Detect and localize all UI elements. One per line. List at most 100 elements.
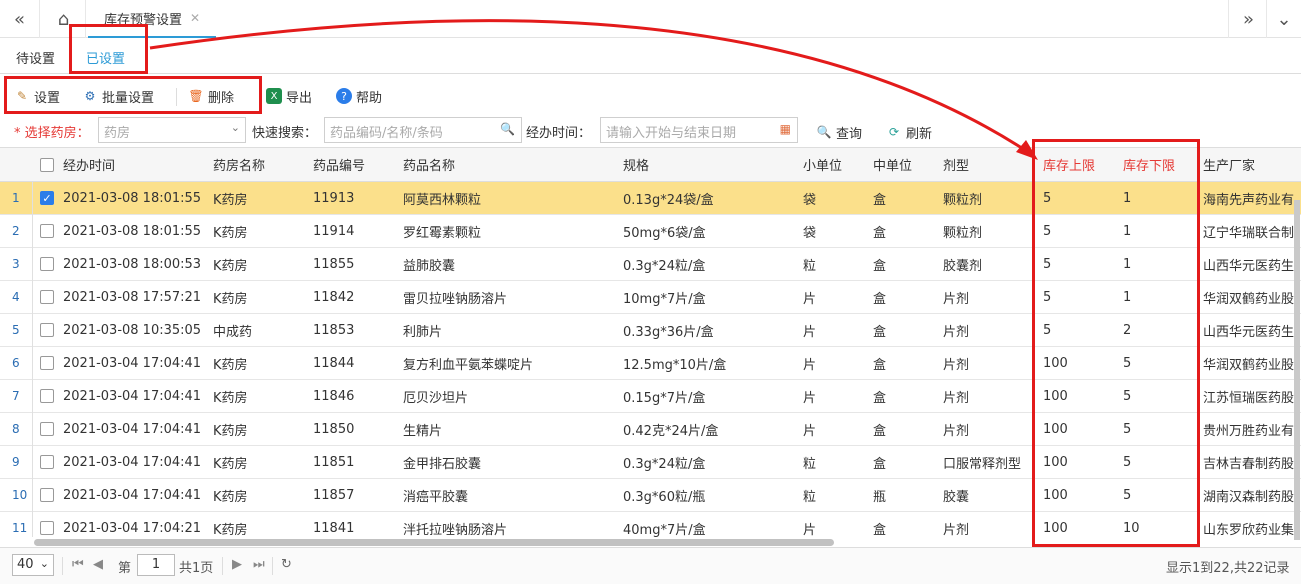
set-button[interactable]: ✎ 设置 [14,86,60,106]
table-row[interactable]: 6 2021-03-04 17:04:41 K药房 11844 复方利血平氨苯蝶啶片 12… [0,347,1301,380]
cell-maker: 吉林吉春制药股 [1203,456,1295,472]
calendar-icon[interactable]: ▦ [780,122,791,136]
last-page-icon[interactable]: ⏭ [253,557,265,572]
table-row[interactable]: 9 2021-03-04 17:04:41 K药房 11851 金甲排石胶囊 0.3g*2… [0,446,1301,479]
cell-small: 片 [803,522,817,538]
row-checkbox[interactable] [34,446,58,478]
table-row[interactable]: 1 ✓ 2021-03-08 18:01:55 K药房 11913 阿莫西林颗粒 0.13g… [0,182,1301,215]
excel-icon: X [266,88,282,104]
table-row[interactable]: 11 2021-03-04 17:04:21 K药房 11841 泮托拉唑钠肠溶片 40m… [0,512,1301,537]
row-checkbox[interactable]: ✓ [34,182,58,214]
col-dosage-form[interactable]: 剂型 [937,148,1037,181]
cell-maker: 山东罗欣药业集 [1203,522,1295,538]
col-drug-name[interactable]: 药品名称 [397,148,617,181]
cell-time: 2021-03-08 10:35:05 [63,322,202,338]
prev-page-icon[interactable]: ◀ [93,557,103,572]
data-grid: 经办时间 药房名称 药品编号 药品名称 规格 小单位 中单位 剂型 库存上限 库… [0,147,1301,537]
cell-maker: 辽宁华瑞联合制 [1203,225,1295,241]
cell-small: 片 [803,390,817,406]
cell-mid: 瓶 [873,489,887,505]
divider [62,557,63,575]
page-size-value: 40 [17,557,34,572]
cell-form: 片剂 [943,357,970,373]
reload-icon[interactable]: ↻ [281,557,292,572]
cell-mid: 盒 [873,291,887,307]
row-checkbox[interactable] [34,248,58,280]
table-row[interactable]: 3 2021-03-08 18:00:53 K药房 11855 益肺胶囊 0.3g*24粒… [0,248,1301,281]
filter-bar: * 选择药房： 药房 ⌄ 快速搜索： 药品编码/名称/条码 🔍 经办时间： 请输… [0,116,1301,146]
export-button[interactable]: X 导出 [266,86,312,106]
date-range-input[interactable]: 请输入开始与结束日期 ▦ [600,117,798,143]
row-checkbox[interactable] [34,380,58,412]
cell-form: 颗粒剂 [943,192,983,208]
horizontal-scrollbar[interactable] [34,539,834,546]
row-checkbox[interactable] [34,479,58,511]
cell-max: 100 [1043,520,1068,536]
row-checkbox[interactable] [34,281,58,313]
col-drug-code[interactable]: 药品编号 [307,148,397,181]
cell-min: 2 [1123,322,1132,338]
col-mid-unit[interactable]: 中单位 [867,148,937,181]
help-button[interactable]: ? 帮助 [336,86,382,106]
table-row[interactable]: 4 2021-03-08 17:57:21 K药房 11842 雷贝拉唑钠肠溶片 10mg… [0,281,1301,314]
cell-small: 片 [803,357,817,373]
cell-max: 5 [1043,289,1052,305]
table-row[interactable]: 2 2021-03-08 18:01:55 K药房 11914 罗红霉素颗粒 50mg*6… [0,215,1301,248]
close-icon[interactable]: ✕ [190,11,200,25]
search-icon[interactable]: 🔍 [500,122,515,136]
delete-button[interactable]: 🗑 删除 [188,86,234,106]
pagination-bar: 40 ⌄ ⏮ ◀ 第 1 共1页 ▶ ⏭ ↻ 显示1到22,共22记录 [0,547,1301,584]
cell-max: 5 [1043,223,1052,239]
table-row[interactable]: 10 2021-03-04 17:04:41 K药房 11857 消癌平胶囊 0.3g*6… [0,479,1301,512]
chevron-down-icon[interactable]: ⌄ [1266,0,1301,38]
cell-spec: 0.3g*60粒/瓶 [623,489,706,505]
select-all-checkbox[interactable] [34,148,58,181]
col-handle-time[interactable]: 经办时间 [57,148,207,181]
col-stock-max[interactable]: 库存上限 [1037,148,1117,181]
cell-code: 11857 [313,487,355,503]
page-size-select[interactable]: 40 ⌄ [12,554,54,576]
cell-mid: 盒 [873,258,887,274]
tab-configured[interactable]: 已设置 [84,48,128,74]
row-checkbox[interactable] [34,314,58,346]
cell-form: 片剂 [943,324,970,340]
home-icon[interactable]: ⌂ [42,0,86,38]
col-spec[interactable]: 规格 [617,148,797,181]
tab-label: 库存预警设置 [103,12,182,28]
query-button-label: 查询 [836,126,863,142]
row-checkbox[interactable] [34,512,58,537]
pharmacy-select[interactable]: 药房 ⌄ [98,117,246,143]
refresh-button[interactable]: ⟳ 刷新 [886,122,932,142]
query-button[interactable]: 🔍 查询 [816,122,863,142]
next-page-icon[interactable]: ▶ [232,557,242,572]
col-stock-min[interactable]: 库存下限 [1117,148,1197,181]
vertical-scrollbar[interactable] [1294,200,1300,540]
table-row[interactable]: 7 2021-03-04 17:04:41 K药房 11846 厄贝沙坦片 0.15g*7… [0,380,1301,413]
tab-pending[interactable]: 待设置 [16,48,55,74]
page-number-input[interactable]: 1 [137,554,175,576]
search-input[interactable]: 药品编码/名称/条码 🔍 [324,117,522,143]
row-checkbox[interactable] [34,413,58,445]
cell-code: 11851 [313,454,355,470]
first-page-icon[interactable]: ⏮ [72,557,84,572]
cell-pharmacy: K药房 [213,192,248,208]
cell-mid: 盒 [873,324,887,340]
col-pharmacy[interactable]: 药房名称 [207,148,307,181]
cell-time: 2021-03-04 17:04:41 [63,421,202,437]
col-manufacturer[interactable]: 生产厂家 [1197,148,1301,181]
batch-set-button[interactable]: ⚙ 批量设置 [82,86,154,106]
row-checkbox[interactable] [34,347,58,379]
col-small-unit[interactable]: 小单位 [797,148,867,181]
cell-pharmacy: K药房 [213,291,248,307]
table-row[interactable]: 8 2021-03-04 17:04:41 K药房 11850 生精片 0.42克*24片… [0,413,1301,446]
tab-inventory-alert-settings[interactable]: 库存预警设置 ✕ [88,0,216,38]
scroll-tabs-left-icon[interactable]: « [0,0,40,38]
cell-small: 袋 [803,192,817,208]
row-checkbox[interactable] [34,215,58,247]
cell-max: 100 [1043,388,1068,404]
scroll-tabs-right-icon[interactable]: » [1228,0,1268,38]
cell-min: 10 [1123,520,1140,536]
cell-max: 5 [1043,256,1052,272]
cell-name: 消癌平胶囊 [403,489,469,505]
table-row[interactable]: 5 2021-03-08 10:35:05 中成药 11853 利肺片 0.33g*36片… [0,314,1301,347]
